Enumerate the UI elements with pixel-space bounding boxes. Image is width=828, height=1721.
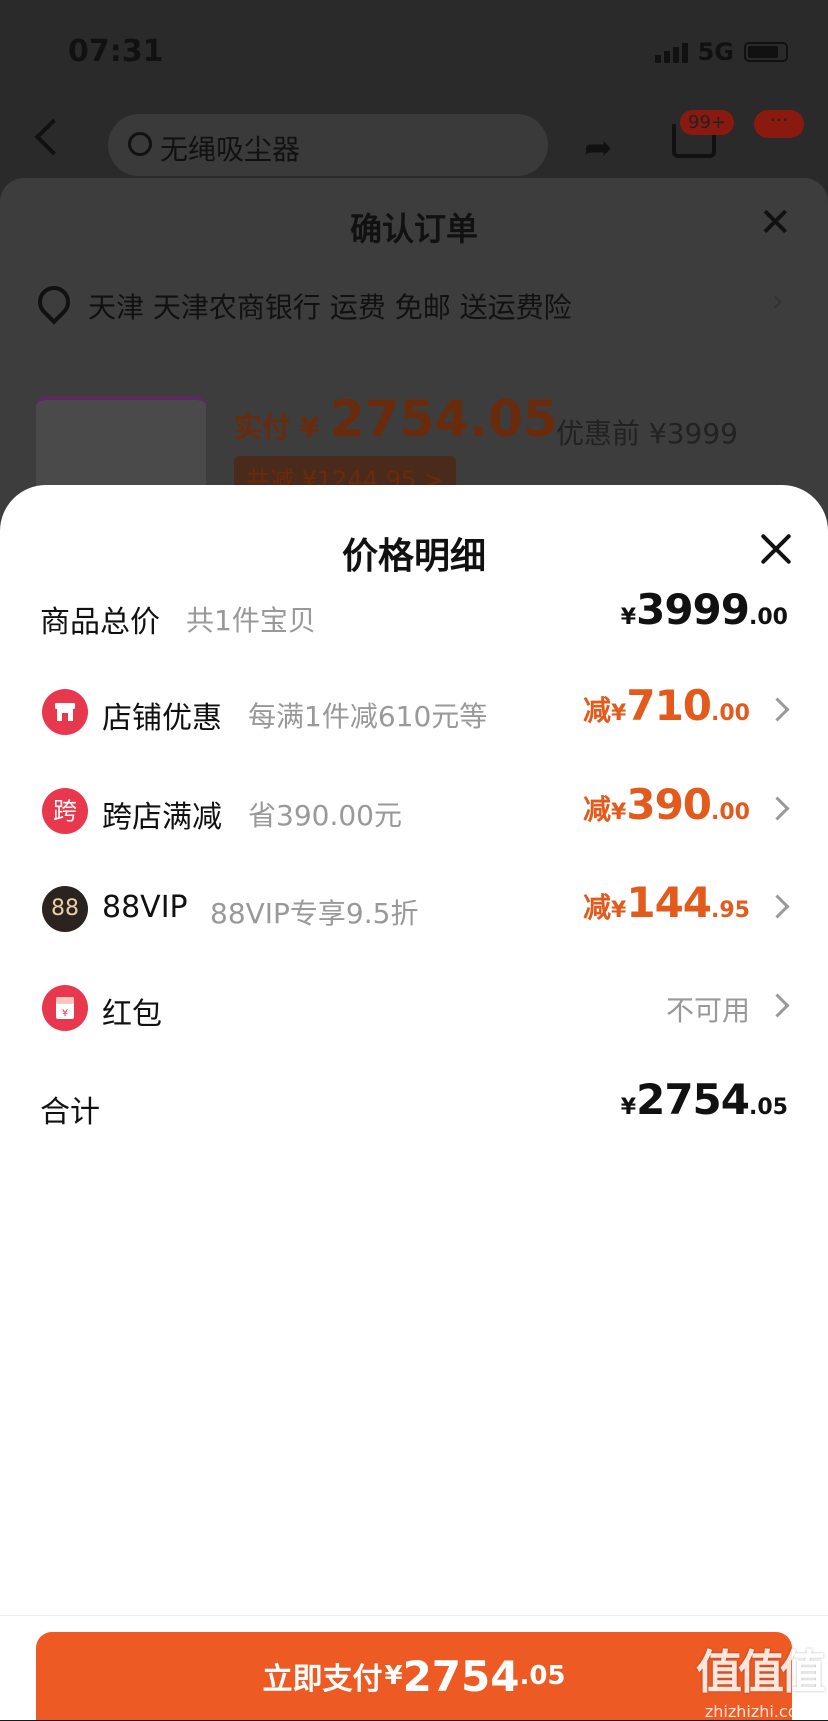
shipping-address[interactable]: 天津 天津农商银行 运费 免邮 送运费险: [88, 286, 572, 326]
price-detail-sheet: 价格明细 商品总价 共1件宝贝 ¥ 3999 .00 店铺优惠 每满1件减610…: [0, 485, 828, 1720]
price-detail-title: 价格明细: [341, 536, 486, 577]
close-icon[interactable]: [758, 531, 794, 567]
original-price: 优惠前 ¥3999: [556, 417, 738, 450]
goods-total-value: ¥ 3999 .00: [621, 585, 788, 634]
pay-button-label: 立即支付: [262, 1662, 383, 1697]
red-envelope-status: 不可用: [665, 994, 750, 1027]
amount-cents: .00: [749, 605, 788, 630]
row-label: 商品总价: [40, 605, 160, 640]
cart-badge: 99+: [680, 110, 734, 135]
search-icon: [128, 132, 152, 156]
red-envelope-icon: ¥: [42, 985, 88, 1031]
battery-icon: [744, 42, 788, 62]
amount-integer: 3999: [636, 585, 750, 634]
chevron-right-icon: [765, 894, 790, 919]
more-icon[interactable]: ···: [754, 110, 804, 138]
location-pin-icon: [31, 279, 77, 325]
store-discount-value: 减 ¥ 710 .00: [583, 681, 750, 730]
row-red-envelope[interactable]: ¥ 红包 不可用: [0, 977, 828, 1037]
row-label: 跨店满减: [102, 800, 222, 835]
watermark: 值值值 zhizhizhi.com: [696, 1636, 826, 1721]
total-label: 合计: [40, 1095, 100, 1130]
total-value: ¥ 2754 .05: [621, 1075, 788, 1124]
row-label: 店铺优惠: [102, 701, 222, 736]
pay-now-button[interactable]: 立即支付 ¥ 2754 .05: [36, 1632, 792, 1720]
amount-integer: 710: [626, 681, 712, 730]
88vip-discount-value: 减 ¥ 144 .95: [583, 878, 750, 927]
status-bar: 07:31 5G: [0, 0, 828, 100]
row-store-discount[interactable]: 店铺优惠 每满1件减610元等 减 ¥ 710 .00: [0, 681, 828, 741]
top-nav-bar: 无绳吸尘器 ➦ 99+ ···: [0, 110, 828, 180]
row-sub: 共1件宝贝: [186, 604, 316, 637]
row-cross-store-discount[interactable]: 跨 跨店满减 省390.00元 减 ¥ 390 .00: [0, 780, 828, 840]
cross-store-icon: 跨: [42, 788, 88, 834]
back-icon[interactable]: [34, 118, 72, 156]
store-icon: [42, 689, 88, 735]
order-sheet-title: 确认订单: [349, 210, 478, 248]
paid-label: 实付 ¥: [234, 411, 320, 444]
row-sub: 88VIP专享9.5折: [210, 897, 419, 930]
watermark-url: zhizhizhi.com: [704, 1702, 814, 1721]
amount-cents: .00: [711, 701, 750, 726]
yen-symbol: ¥: [620, 605, 637, 630]
row-sub: 每满1件减610元等: [248, 700, 488, 733]
row-goods-total: 商品总价 共1件宝贝 ¥ 3999 .00: [0, 585, 828, 645]
yen-symbol: ¥: [611, 898, 627, 923]
cross-store-discount-value: 减 ¥ 390 .00: [583, 780, 750, 829]
pay-amount-cents: .05: [519, 1661, 566, 1691]
yen-symbol: ¥: [611, 701, 627, 726]
discount-prefix: 减: [583, 891, 612, 924]
row-label: 红包: [102, 997, 162, 1032]
amount-cents: .00: [711, 800, 750, 825]
paid-amount: 2754.05: [330, 390, 558, 448]
chevron-right-icon: [765, 697, 790, 722]
svg-text:¥: ¥: [62, 1008, 68, 1019]
search-input[interactable]: 无绳吸尘器: [108, 114, 548, 176]
discount-prefix: 减: [583, 793, 612, 826]
yen-symbol: ¥: [384, 1661, 403, 1691]
status-time: 07:31: [68, 34, 164, 69]
row-sub: 省390.00元: [248, 799, 402, 832]
share-icon[interactable]: ➦: [584, 128, 613, 168]
amount-cents: .05: [749, 1095, 788, 1120]
discount-prefix: 减: [583, 694, 612, 727]
yen-symbol: ¥: [611, 800, 627, 825]
yen-symbol: ¥: [620, 1095, 637, 1120]
amount-integer: 2754: [636, 1075, 750, 1124]
network-label: 5G: [697, 38, 734, 66]
row-label: 88VIP: [102, 890, 188, 925]
amount-cents: .95: [711, 898, 750, 923]
watermark-logo: 值值值: [696, 1645, 826, 1699]
chevron-right-icon: ›: [772, 284, 784, 319]
amount-integer: 390: [626, 780, 712, 829]
88vip-icon: 88: [42, 886, 88, 932]
row-total: 合计 ¥ 2754 .05: [0, 1075, 828, 1135]
footer-divider: [0, 1615, 828, 1616]
pay-amount-integer: 2754: [402, 1651, 520, 1701]
row-88vip-discount[interactable]: 88 88VIP 88VIP专享9.5折 减 ¥ 144 .95: [0, 878, 828, 938]
chevron-right-icon: [765, 796, 790, 821]
amount-integer: 144: [626, 878, 712, 927]
order-close-icon[interactable]: ✕: [758, 200, 792, 246]
search-placeholder: 无绳吸尘器: [160, 133, 301, 166]
signal-icon: [654, 41, 688, 63]
chevron-right-icon: [765, 993, 790, 1018]
status-indicators: 5G: [654, 38, 788, 66]
